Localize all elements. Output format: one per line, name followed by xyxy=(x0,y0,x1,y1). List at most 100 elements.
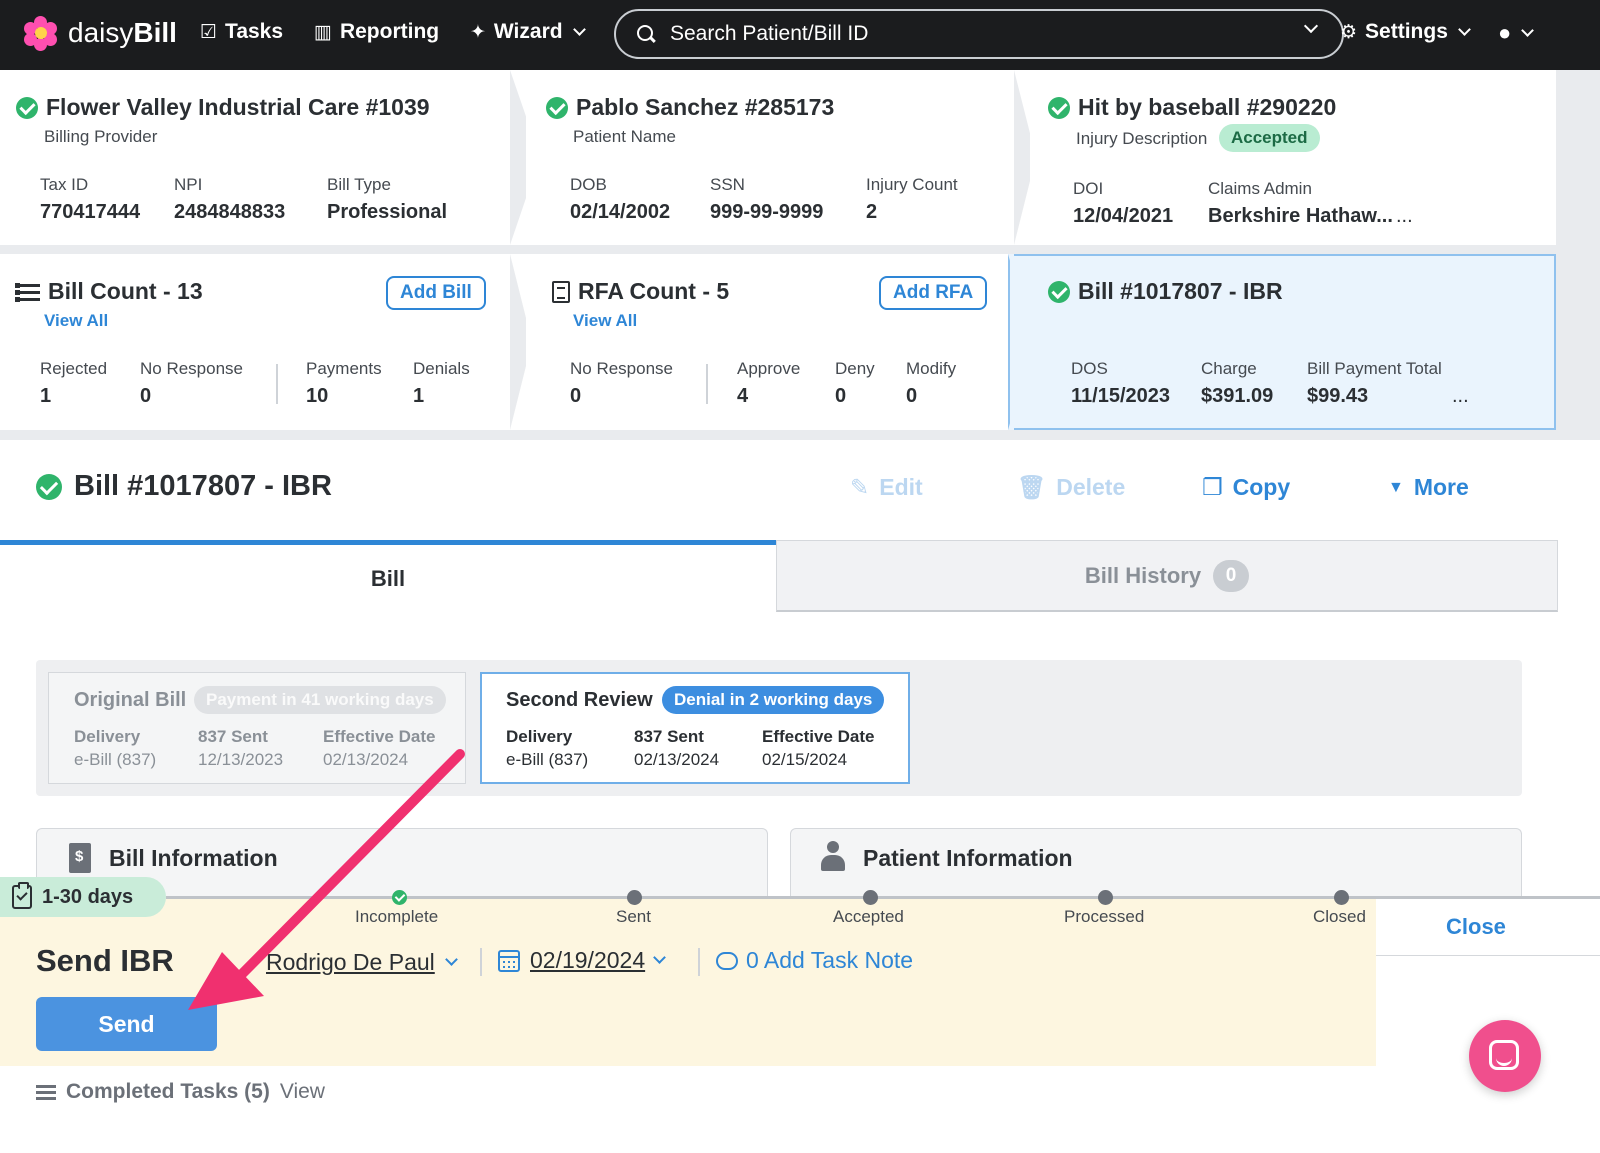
add-task-note-link[interactable]: 0 Add Task Note xyxy=(716,947,913,974)
bill-no-response-value[interactable]: 0 xyxy=(140,385,151,408)
original-sent-label: 837 Sent xyxy=(198,727,268,746)
charge-value: $391.09 xyxy=(1201,385,1274,407)
add-bill-button[interactable]: Add Bill xyxy=(386,276,486,310)
claims-admin-label: Claims Admin xyxy=(1208,179,1312,198)
bill-summary-more[interactable]: ... xyxy=(1452,385,1469,408)
check-circle-icon xyxy=(546,96,568,119)
chevron-down-icon xyxy=(653,951,666,964)
delete-button[interactable]: 🗑︎ Delete xyxy=(1017,474,1125,501)
rejected-value[interactable]: 1 xyxy=(40,385,51,408)
payment-total-label: Bill Payment Total xyxy=(1307,359,1442,378)
edit-button[interactable]: ✎ Edit xyxy=(850,474,923,501)
approve-label: Approve xyxy=(737,359,801,378)
copy-button[interactable]: ❐ Copy xyxy=(1202,474,1290,501)
tab-bill-history[interactable]: Bill History 0 xyxy=(776,540,1558,612)
task-name: Send IBR xyxy=(36,943,174,978)
search-box[interactable] xyxy=(614,9,1344,59)
provider-subtitle: Billing Provider xyxy=(44,127,158,146)
completed-tasks-view-link[interactable]: View xyxy=(280,1080,325,1104)
chat-launcher-icon[interactable] xyxy=(1469,1020,1541,1092)
ssn-value: 999-99-9999 xyxy=(710,201,824,223)
original-sent-value: 12/13/2023 xyxy=(198,750,284,769)
approve-value[interactable]: 4 xyxy=(737,385,748,408)
more-button[interactable]: ▼ More xyxy=(1388,474,1469,501)
speech-bubble-icon xyxy=(716,951,738,970)
patient-person-icon xyxy=(819,841,847,873)
divider xyxy=(706,364,708,404)
task-progress-track xyxy=(166,896,1600,899)
bill-count-title[interactable]: Bill Count - 13 xyxy=(15,278,203,305)
second-review-badge: Denial in 2 working days xyxy=(662,686,885,714)
search-input[interactable] xyxy=(670,22,1290,46)
patient-title[interactable]: Pablo Sanchez #285173 xyxy=(546,94,834,121)
dob-value: 02/14/2002 xyxy=(570,201,671,223)
patient-subtitle: Patient Name xyxy=(573,127,676,146)
bill-view-all-link[interactable]: View All xyxy=(44,311,108,331)
check-circle-icon xyxy=(1048,96,1070,119)
second-delivery-value: e-Bill (837) xyxy=(506,750,589,769)
send-button[interactable]: Send xyxy=(36,997,217,1051)
nav-wizard[interactable]: ✦ Wizard xyxy=(470,20,586,44)
original-delivery-value: e-Bill (837) xyxy=(74,750,157,769)
top-nav: daisyBill ☑ Tasks ▥ Reporting ✦ Wizard ⚙… xyxy=(0,0,1600,70)
second-sent-value: 02/13/2024 xyxy=(634,750,720,769)
add-rfa-button[interactable]: Add RFA xyxy=(879,276,988,310)
step-label-accepted: Accepted xyxy=(833,907,904,926)
modify-value[interactable]: 0 xyxy=(906,385,917,408)
step-dot-processed xyxy=(1098,890,1113,905)
bill-information-title: Bill Information xyxy=(109,845,278,871)
deny-value[interactable]: 0 xyxy=(835,385,846,408)
injury-status-badge: Accepted xyxy=(1219,124,1320,152)
assignee-dropdown[interactable]: Rodrigo De Paul xyxy=(266,949,458,976)
bill-no-response-label: No Response xyxy=(140,359,244,378)
charge-label: Charge xyxy=(1201,359,1257,378)
calendar-icon xyxy=(498,949,520,972)
history-count-badge: 0 xyxy=(1213,559,1250,592)
chevron-down-icon[interactable] xyxy=(1303,18,1319,34)
second-delivery-label: Delivery xyxy=(506,727,573,746)
original-effective-value: 02/13/2024 xyxy=(323,750,409,769)
step-dot-accepted xyxy=(863,890,878,905)
bill-page-title: Bill #1017807 - IBR xyxy=(36,470,332,503)
dos-value: 11/15/2023 xyxy=(1071,385,1170,407)
provider-title[interactable]: Flower Valley Industrial Care #1039 xyxy=(16,94,430,121)
close-task-link[interactable]: Close xyxy=(1446,914,1506,940)
denials-value[interactable]: 1 xyxy=(413,385,424,408)
completed-tasks-label: Completed Tasks (5) xyxy=(66,1080,270,1103)
user-menu[interactable]: ● xyxy=(1498,20,1535,46)
copy-icon: ❐ xyxy=(1202,474,1223,500)
npi-value: 2484848833 xyxy=(174,201,286,223)
check-circle-icon xyxy=(16,96,38,119)
step-label-closed: Closed xyxy=(1313,907,1366,926)
completed-tasks-row: Completed Tasks (5) View xyxy=(36,1080,325,1104)
injury-title[interactable]: Hit by baseball #290220 xyxy=(1048,94,1336,121)
due-date-picker[interactable]: 02/19/2024 xyxy=(498,947,666,974)
injury-more[interactable]: ... xyxy=(1396,205,1413,228)
divider xyxy=(480,948,482,976)
payments-value[interactable]: 10 xyxy=(306,385,328,408)
divider xyxy=(698,948,700,976)
patient-information-title: Patient Information xyxy=(863,845,1073,871)
rfa-no-response-value[interactable]: 0 xyxy=(570,385,581,408)
step-dot-closed xyxy=(1334,890,1349,905)
bill-document-icon xyxy=(69,843,91,873)
rfa-count-title[interactable]: RFA Count - 5 xyxy=(552,278,729,305)
daisy-flower-icon xyxy=(24,16,58,51)
second-sent-label: 837 Sent xyxy=(634,727,704,746)
nav-settings[interactable]: ⚙ Settings xyxy=(1340,20,1471,44)
nav-reporting[interactable]: ▥ Reporting xyxy=(314,20,439,44)
tax-id-value: 770417444 xyxy=(40,201,141,223)
tab-bill[interactable]: Bill xyxy=(0,540,776,612)
bill-summary-title[interactable]: Bill #1017807 - IBR xyxy=(1048,278,1283,305)
nav-tasks[interactable]: ☑ Tasks xyxy=(200,20,283,44)
rfa-view-all-link[interactable]: View All xyxy=(573,311,637,331)
step-label-incomplete: Incomplete xyxy=(355,907,439,926)
list-icon xyxy=(15,282,40,302)
modify-label: Modify xyxy=(906,359,957,378)
magic-wand-icon: ✦ xyxy=(470,21,486,43)
trash-icon: 🗑︎ xyxy=(1017,474,1047,500)
rfa-document-icon xyxy=(552,280,570,303)
list-icon xyxy=(36,1084,56,1100)
payments-label: Payments xyxy=(306,359,382,378)
daisybill-logo[interactable]: daisyBill xyxy=(24,16,177,51)
